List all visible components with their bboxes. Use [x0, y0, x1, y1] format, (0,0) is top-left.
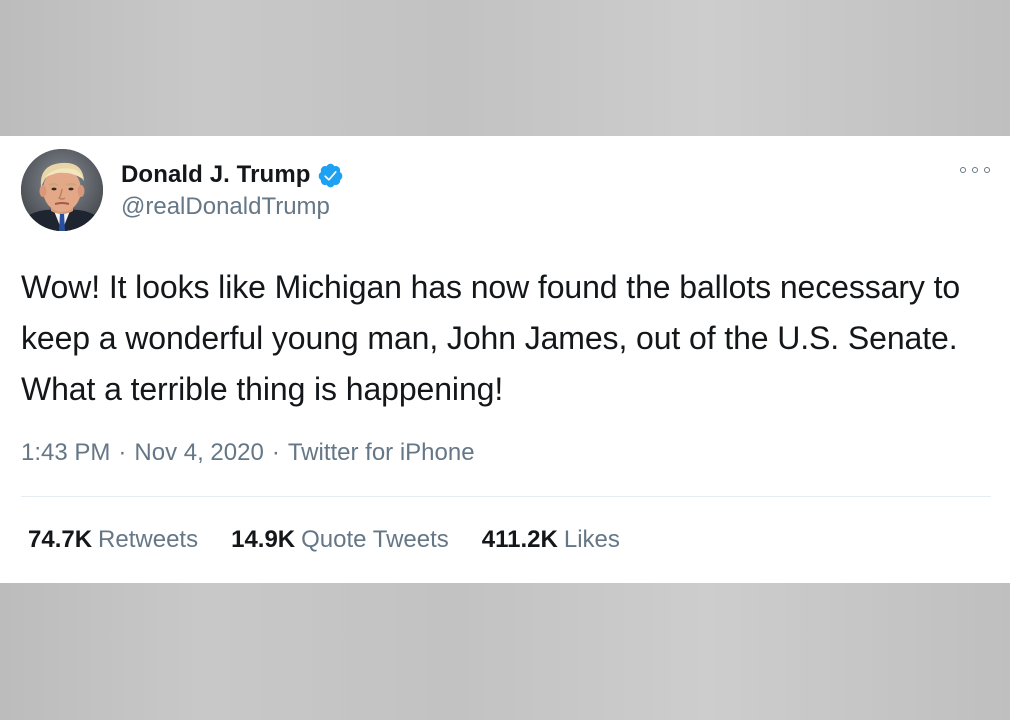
avatar[interactable]	[21, 149, 103, 231]
likes-count: 411.2K	[481, 526, 558, 553]
tweet-text: Wow! It looks like Michigan has now foun…	[21, 269, 961, 407]
quote-tweets-count: 14.9K	[231, 526, 296, 553]
tweet-stats: 74.7K Retweets 14.9K Quote Tweets 411.2K Li…	[28, 526, 653, 554]
verified-badge-icon	[317, 162, 344, 189]
more-dot	[960, 167, 966, 173]
background-bottom	[0, 583, 1010, 720]
author-name-row: Donald J. Trump	[121, 159, 344, 191]
author-display-name[interactable]: Donald J. Trump	[121, 161, 311, 189]
retweets-stat[interactable]: 74.7K Retweets	[28, 526, 198, 554]
screenshot-stage: Donald J. Trump @realDonaldTrump Wow! It…	[0, 0, 1010, 720]
avatar-image	[21, 149, 103, 231]
more-dot	[972, 167, 978, 173]
author-handle[interactable]: @realDonaldTrump	[121, 193, 330, 221]
meta-separator: ·	[118, 439, 127, 466]
tweet-date[interactable]: Nov 4, 2020	[134, 439, 263, 466]
quote-tweets-label: Quote Tweets	[301, 526, 449, 553]
tweet-card: Donald J. Trump @realDonaldTrump Wow! It…	[0, 136, 1010, 583]
more-options-icon[interactable]	[960, 164, 990, 176]
more-dot	[984, 167, 990, 173]
background-top	[0, 0, 1010, 136]
likes-label: Likes	[563, 526, 620, 553]
retweets-label: Retweets	[98, 526, 199, 553]
divider	[21, 496, 991, 497]
tweet-time[interactable]: 1:43 PM	[21, 439, 110, 466]
meta-separator: ·	[271, 439, 280, 466]
quote-tweets-stat[interactable]: 14.9K Quote Tweets	[231, 526, 449, 554]
tweet-metadata: 1:43 PM · Nov 4, 2020 · Twitter for iPhone	[21, 439, 475, 467]
likes-stat[interactable]: 411.2K Likes	[482, 526, 620, 554]
tweet-source[interactable]: Twitter for iPhone	[288, 439, 475, 466]
retweets-count: 74.7K	[28, 526, 93, 553]
